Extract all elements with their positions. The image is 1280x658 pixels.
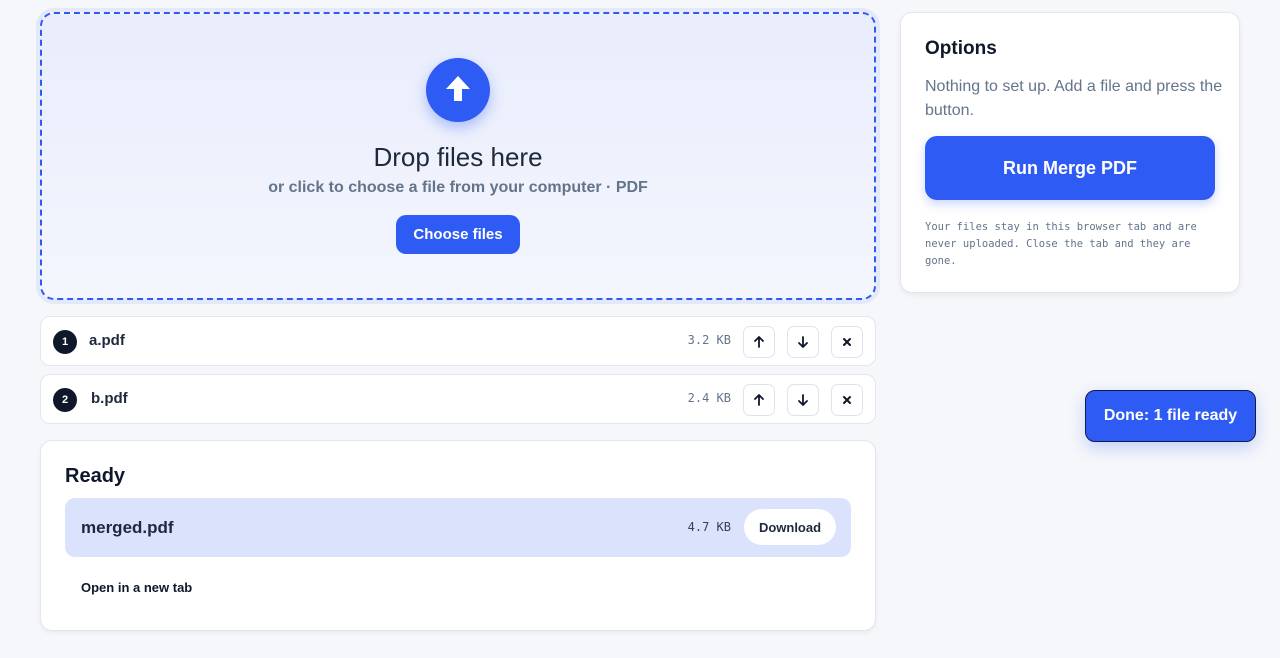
file-name: a.pdf (89, 332, 125, 349)
arrow-up-icon (754, 336, 764, 348)
open-new-tab-link[interactable]: Open in a new tab (81, 580, 192, 595)
file-size: 2.4 KB (687, 391, 731, 405)
remove-file-button[interactable] (831, 384, 863, 416)
arrow-down-icon (798, 394, 808, 406)
options-title: Options (925, 38, 997, 59)
remove-file-button[interactable] (831, 326, 863, 358)
options-panel: Options Nothing to set up. Add a file an… (900, 12, 1240, 293)
options-description: Nothing to set up. Add a file and press … (925, 78, 1223, 119)
status-toast: Done: 1 file ready (1085, 390, 1256, 442)
dropzone-subtitle: or click to choose a file from your comp… (268, 179, 648, 196)
dropzone-title: Drop files here (373, 142, 543, 172)
move-up-button[interactable] (743, 326, 775, 358)
move-up-button[interactable] (743, 384, 775, 416)
close-icon (843, 396, 851, 404)
result-file-size: 4.7 KB (687, 520, 731, 534)
result-title: Ready (65, 465, 126, 487)
file-name: b.pdf (91, 390, 128, 407)
result-file-row: merged.pdf 4.7 KB Download (65, 498, 851, 557)
arrow-up-icon (754, 394, 764, 406)
download-button[interactable]: Download (744, 509, 836, 545)
result-card: Ready merged.pdf 4.7 KB Download Open in… (40, 440, 876, 631)
run-merge-button[interactable]: Run Merge PDF (925, 136, 1215, 200)
file-order-badge: 1 (53, 330, 77, 354)
file-row: 1 a.pdf 3.2 KB (40, 316, 876, 366)
file-dropzone[interactable]: Drop files here or click to choose a fil… (40, 12, 876, 300)
move-down-button[interactable] (787, 384, 819, 416)
file-order-badge: 2 (53, 388, 77, 412)
privacy-note: Your files stay in this browser tab and … (925, 221, 1197, 267)
choose-files-button[interactable]: Choose files (396, 215, 520, 254)
result-file-name: merged.pdf (81, 518, 174, 537)
file-row: 2 b.pdf 2.4 KB (40, 374, 876, 424)
upload-icon (426, 58, 490, 122)
arrow-down-icon (798, 336, 808, 348)
move-down-button[interactable] (787, 326, 819, 358)
close-icon (843, 338, 851, 346)
file-size: 3.2 KB (687, 333, 731, 347)
